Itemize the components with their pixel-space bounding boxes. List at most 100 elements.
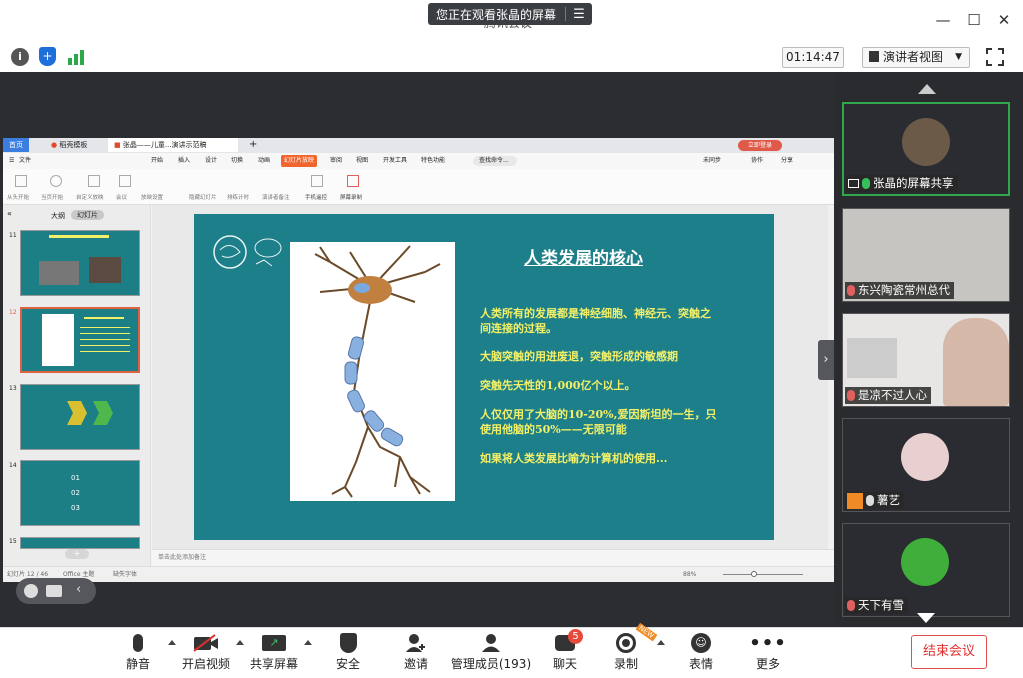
slide-thumbnail-active[interactable] bbox=[20, 307, 140, 373]
ribbon-settings[interactable]: 放映设置 bbox=[141, 193, 163, 201]
menu-share[interactable]: 分享 bbox=[781, 153, 793, 169]
participant-name: 是凉不过人心 bbox=[858, 388, 927, 402]
slide-thumbnail[interactable]: 01 02 03 bbox=[20, 460, 140, 526]
thumb-number: 15 bbox=[9, 538, 17, 545]
mute-options-caret[interactable] bbox=[168, 640, 176, 645]
menu-start[interactable]: 开始 bbox=[151, 153, 163, 169]
more-dots-icon: ••• bbox=[749, 632, 787, 654]
participant-label: 张晶的屏幕共享 bbox=[846, 175, 958, 192]
fullscreen-icon[interactable] bbox=[986, 48, 1004, 66]
smile-icon: ☺ bbox=[691, 633, 711, 653]
notes-area[interactable]: 单击此处添加备注 bbox=[152, 549, 834, 565]
thumb-arrow-shape bbox=[67, 401, 87, 425]
menu-transition[interactable]: 切换 bbox=[231, 153, 243, 169]
menu-file[interactable]: 文件 bbox=[19, 153, 31, 169]
share-options-caret[interactable] bbox=[304, 640, 312, 645]
shield-icon bbox=[339, 633, 357, 653]
tab-daoke[interactable]: ● 稻壳模板 bbox=[45, 138, 107, 152]
zoom-slider[interactable] bbox=[723, 574, 803, 575]
view-mode-select[interactable]: 演讲者视图 ▼ bbox=[862, 47, 970, 68]
menu-icon[interactable]: ☰ bbox=[9, 153, 14, 169]
thumb-item-number: 03 bbox=[71, 504, 80, 512]
slide-thumbnail[interactable] bbox=[20, 537, 140, 549]
emoji-icon[interactable] bbox=[24, 584, 38, 598]
end-meeting-button[interactable]: 结束会议 bbox=[911, 635, 987, 669]
maximize-button[interactable]: ☐ bbox=[962, 8, 986, 32]
share-screen-button[interactable]: ↗ 共享屏幕 bbox=[248, 631, 300, 675]
participant-tile[interactable]: 张晶的屏幕共享 bbox=[842, 102, 1010, 196]
tab-daoke-label: 稻壳模板 bbox=[59, 141, 88, 149]
ribbon-rehearse[interactable]: 排练计时 bbox=[227, 193, 249, 201]
menu-slideshow[interactable]: 幻灯片放映 bbox=[281, 155, 318, 167]
share-banner[interactable]: 您正在观看张晶的屏幕 ☰ bbox=[428, 3, 592, 25]
ribbon-meeting[interactable]: 会议 bbox=[116, 193, 127, 201]
mic-icon bbox=[133, 634, 143, 652]
zoom-slider-handle[interactable] bbox=[751, 571, 757, 577]
menu-icon[interactable]: ☰ bbox=[566, 7, 592, 22]
record-button[interactable]: 录制 bbox=[606, 631, 646, 675]
ppt-statusbar: 幻灯片 12 / 46 Office 主题 缺失字体 88% bbox=[3, 566, 834, 582]
ribbon-current[interactable]: 当页开始 bbox=[41, 193, 63, 201]
menu-developer[interactable]: 开发工具 bbox=[383, 153, 407, 169]
menu-insert[interactable]: 插入 bbox=[178, 153, 190, 169]
slide-paragraph: 大脑突触的用进废退，突触形成的敏感期 bbox=[480, 350, 678, 363]
scroll-down-icon[interactable] bbox=[917, 613, 935, 623]
menu-review[interactable]: 审阅 bbox=[330, 153, 342, 169]
screen-share-icon bbox=[848, 179, 859, 188]
add-slide-button[interactable]: + bbox=[65, 549, 89, 559]
ppt-search[interactable]: 查找命令... bbox=[473, 156, 517, 166]
status-missing-font[interactable]: 缺失字体 bbox=[113, 567, 137, 582]
minimize-button[interactable]: — bbox=[931, 8, 955, 32]
more-label: 更多 bbox=[755, 657, 780, 671]
menu-design[interactable]: 设计 bbox=[205, 153, 217, 169]
video-button[interactable]: 开启视频 bbox=[180, 631, 232, 675]
record-options-caret[interactable] bbox=[657, 640, 665, 645]
participant-tile[interactable]: 天下有雪 bbox=[842, 523, 1010, 617]
menu-collab[interactable]: 协作 bbox=[751, 153, 763, 169]
slide-thumbnail[interactable] bbox=[20, 230, 140, 296]
info-icon[interactable]: i bbox=[11, 48, 29, 66]
thumb-image bbox=[89, 257, 121, 283]
participant-tile[interactable]: 是凉不过人心 bbox=[842, 313, 1010, 407]
chat-bubble-icon[interactable] bbox=[46, 585, 62, 597]
ribbon-record[interactable]: 屏幕录制 bbox=[340, 193, 362, 201]
new-tab-icon[interactable]: + bbox=[249, 138, 257, 152]
ribbon-custom[interactable]: 自定义放映 bbox=[76, 193, 104, 201]
menu-features[interactable]: 特色功能 bbox=[421, 153, 445, 169]
shield-icon[interactable]: + bbox=[39, 47, 56, 66]
emoji-button[interactable]: ☺ 表情 bbox=[681, 631, 721, 675]
collapse-icon[interactable]: « bbox=[7, 209, 12, 218]
ribbon-hide[interactable]: 隐藏幻灯片 bbox=[189, 193, 217, 201]
menu-sync[interactable]: 未同步 bbox=[703, 153, 721, 169]
current-slide[interactable]: 人类发展的核心 人类所有的发展都是神经细胞、神经元、突触之间连接的过程。 大脑突… bbox=[194, 214, 774, 540]
pane-tab-slides[interactable]: 幻灯片 bbox=[71, 210, 104, 220]
more-button[interactable]: ••• 更多 bbox=[748, 631, 788, 675]
video-options-caret[interactable] bbox=[236, 640, 244, 645]
security-button[interactable]: 安全 bbox=[328, 631, 368, 675]
signal-icon[interactable] bbox=[67, 49, 85, 65]
participant-tile[interactable]: 薯艺 bbox=[842, 418, 1010, 512]
ribbon-remote[interactable]: 手机遥控 bbox=[305, 193, 327, 201]
tab-home[interactable]: 首页 bbox=[3, 138, 29, 152]
manage-members-button[interactable]: 管理成员(193) bbox=[450, 631, 532, 675]
close-button[interactable]: ✕ bbox=[992, 8, 1016, 32]
chevron-left-icon[interactable]: ‹ bbox=[76, 582, 81, 597]
menu-animation[interactable]: 动画 bbox=[258, 153, 270, 169]
panel-toggle-chevron-icon[interactable]: › bbox=[818, 340, 834, 380]
play-icon bbox=[15, 175, 27, 187]
participant-tile[interactable]: 东兴陶瓷常州总代 bbox=[842, 208, 1010, 302]
invite-button[interactable]: 邀请 bbox=[396, 631, 436, 675]
tab-document-label: 张晶——儿童...演讲示范稿 bbox=[122, 141, 207, 149]
scroll-up-icon[interactable] bbox=[918, 84, 936, 94]
ppt-ribbon: 从头开始 当页开始 自定义放映 会议 放映设置 隐藏幻灯片 排练计时 演讲者备注… bbox=[3, 169, 834, 205]
participant-name: 薯艺 bbox=[877, 493, 900, 507]
ribbon-from-start[interactable]: 从头开始 bbox=[7, 193, 29, 201]
slide-thumbnail[interactable] bbox=[20, 384, 140, 450]
host-icon bbox=[847, 492, 863, 509]
menu-view[interactable]: 视图 bbox=[356, 153, 368, 169]
mute-button[interactable]: 静音 bbox=[118, 631, 158, 675]
tab-document[interactable]: ■ 张晶——儿童...演讲示范稿 bbox=[108, 138, 238, 152]
ribbon-notes[interactable]: 演讲者备注 bbox=[262, 193, 290, 201]
login-button[interactable]: 立即登录 bbox=[738, 140, 782, 151]
pane-tab-outline[interactable]: 大纲 bbox=[51, 211, 65, 221]
